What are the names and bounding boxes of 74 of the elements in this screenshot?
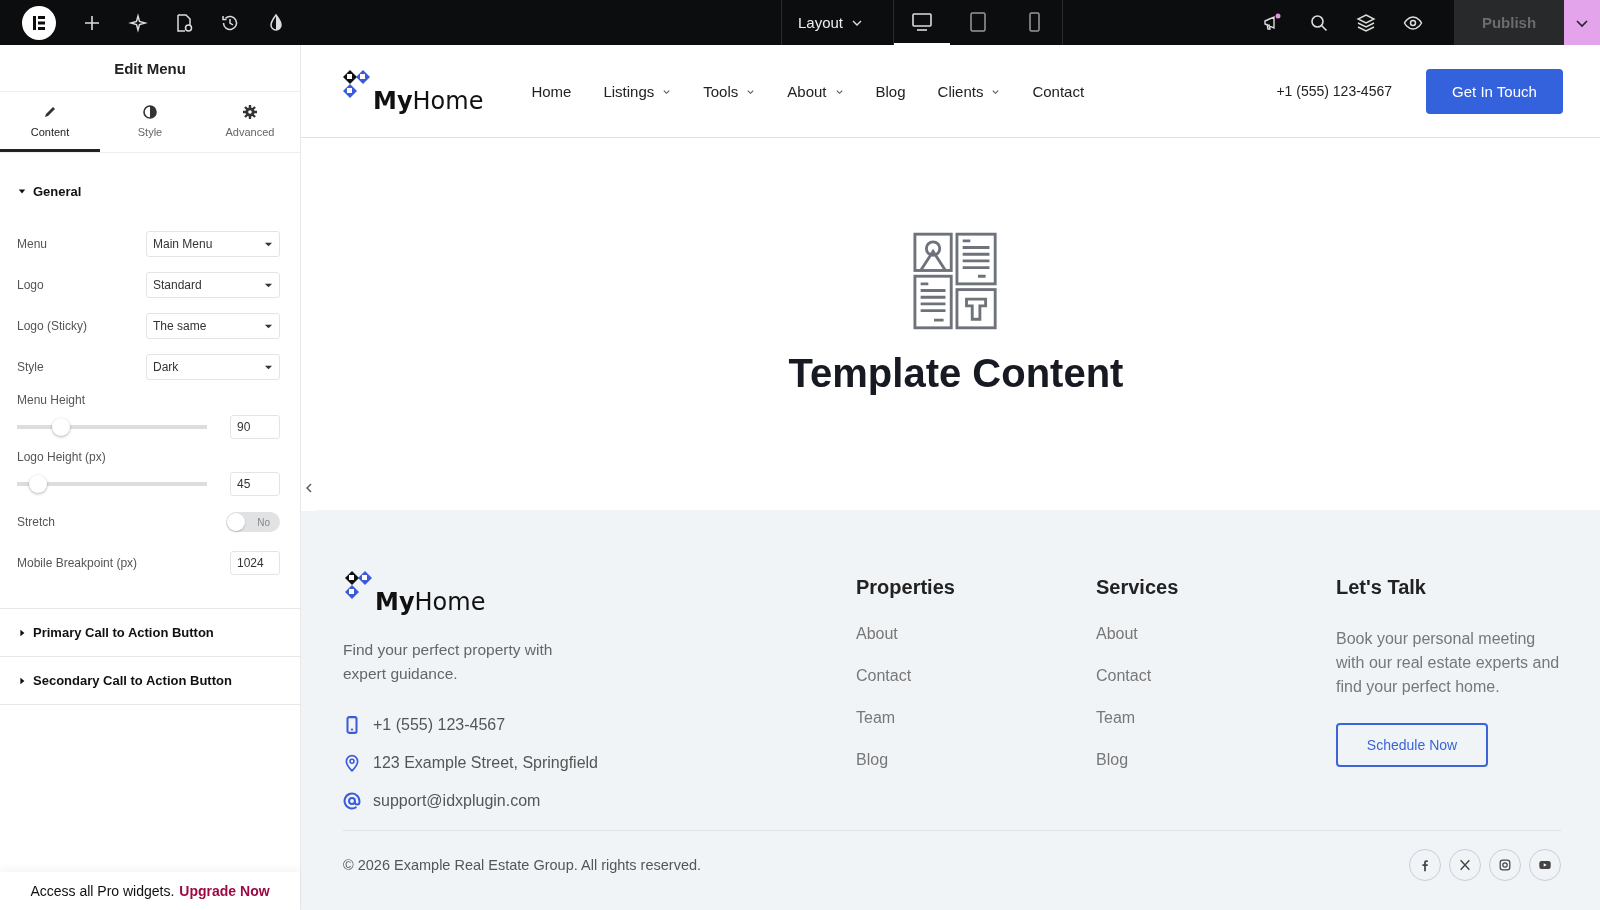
footer-link[interactable]: About bbox=[1096, 625, 1336, 643]
logo-text[interactable]: MyHome bbox=[373, 89, 484, 113]
megaphone-icon[interactable] bbox=[1262, 12, 1282, 33]
template-title: Template Content bbox=[788, 350, 1124, 396]
contact-text: support@idxplugin.com bbox=[373, 792, 541, 810]
control-label: Style bbox=[17, 360, 44, 374]
phone-number: +1 (555) 123-4567 bbox=[1276, 83, 1392, 99]
footer-heading: Services bbox=[1096, 576, 1180, 599]
search-icon[interactable] bbox=[1309, 12, 1329, 33]
footer-link[interactable]: Team bbox=[856, 709, 1096, 727]
desktop-icon bbox=[911, 10, 933, 33]
contact-text: +1 (555) 123-4567 bbox=[373, 716, 506, 734]
caret-icon bbox=[18, 676, 26, 685]
section-header[interactable]: Primary Call to Action Button bbox=[0, 609, 300, 656]
layers-icon[interactable] bbox=[1356, 12, 1376, 33]
footer-link[interactable]: Blog bbox=[1096, 751, 1336, 769]
copyright-text: © 2026 Example Real Estate Group. All rights reserved. bbox=[343, 857, 702, 873]
elementor-logo-icon[interactable] bbox=[22, 5, 56, 40]
control-label: Menu bbox=[17, 237, 48, 251]
select-field[interactable]: The same bbox=[146, 313, 280, 339]
control-label: Stretch bbox=[17, 515, 55, 529]
get-in-touch-button[interactable]: Get In Touch bbox=[1426, 68, 1563, 114]
chevron-left-icon bbox=[305, 482, 313, 494]
location-pin-icon bbox=[343, 754, 361, 772]
talk-text: Book your personal meeting with our real estate experts and find your perfect home. bbox=[1336, 629, 1561, 697]
slider-thumb[interactable] bbox=[51, 418, 70, 436]
control-label: Logo (Sticky) bbox=[17, 319, 88, 333]
footer-link[interactable]: Contact bbox=[856, 667, 1096, 685]
footer-heading: Properties bbox=[856, 576, 956, 599]
contrast-icon bbox=[142, 103, 158, 120]
footer-link[interactable]: About bbox=[856, 625, 1096, 643]
control-label: Menu Height bbox=[17, 393, 87, 407]
nav-link[interactable]: Clients bbox=[937, 82, 1001, 100]
footer-link[interactable]: Team bbox=[1096, 709, 1336, 727]
section-header[interactable]: General bbox=[0, 153, 300, 229]
number-field[interactable]: 90 bbox=[230, 415, 280, 439]
control-label: Logo Height (px) bbox=[17, 450, 107, 464]
contact-text: 123 Example Street, Springfield bbox=[373, 754, 598, 772]
select-field[interactable]: Standard bbox=[146, 272, 280, 298]
page-settings-icon[interactable] bbox=[174, 12, 194, 33]
caret-icon bbox=[18, 628, 26, 637]
nav-link[interactable]: Blog bbox=[875, 82, 906, 100]
logo-text[interactable]: MyHome bbox=[375, 590, 486, 614]
gear-icon bbox=[242, 103, 258, 120]
control-label: Logo bbox=[17, 278, 44, 292]
phone-icon bbox=[343, 716, 361, 734]
panel-tab[interactable]: Advanced bbox=[200, 92, 300, 152]
section-header[interactable]: Secondary Call to Action Button bbox=[0, 657, 300, 704]
panel-tab[interactable]: Content bbox=[0, 92, 100, 152]
tagline: Find your perfect property with expert guidance. bbox=[343, 640, 553, 684]
template-icon bbox=[913, 230, 999, 331]
footer-heading: Let's Talk bbox=[1336, 576, 1427, 599]
footer-link[interactable]: Contact bbox=[1096, 667, 1336, 685]
sparkle-icon[interactable] bbox=[128, 12, 148, 33]
promo-text: Access all Pro widgets. bbox=[30, 883, 175, 899]
panel-title: Edit Menu bbox=[0, 45, 300, 92]
schedule-now-button[interactable]: Schedule Now bbox=[1336, 723, 1488, 767]
control-label: Mobile Breakpoint (px) bbox=[17, 556, 138, 570]
panel-tab[interactable]: Style bbox=[100, 92, 200, 152]
nav-link[interactable]: Tools bbox=[703, 82, 756, 100]
nav-link[interactable]: About bbox=[787, 82, 844, 100]
select-field[interactable]: Dark bbox=[146, 354, 280, 380]
number-field[interactable]: 1024 bbox=[230, 551, 280, 575]
select-field[interactable]: Main Menu bbox=[146, 231, 280, 257]
footer-link[interactable]: Blog bbox=[856, 751, 1096, 769]
caret-icon bbox=[18, 187, 26, 195]
number-field[interactable]: 45 bbox=[230, 472, 280, 496]
at-sign-icon bbox=[343, 792, 361, 810]
nav-link[interactable]: Contact bbox=[1032, 82, 1085, 100]
nav-link[interactable]: Home bbox=[531, 82, 572, 100]
tablet-icon bbox=[967, 10, 989, 33]
slider-thumb[interactable] bbox=[28, 475, 47, 493]
nav-link[interactable]: Listings bbox=[603, 82, 672, 100]
upgrade-link[interactable]: Upgrade Now bbox=[179, 883, 270, 899]
